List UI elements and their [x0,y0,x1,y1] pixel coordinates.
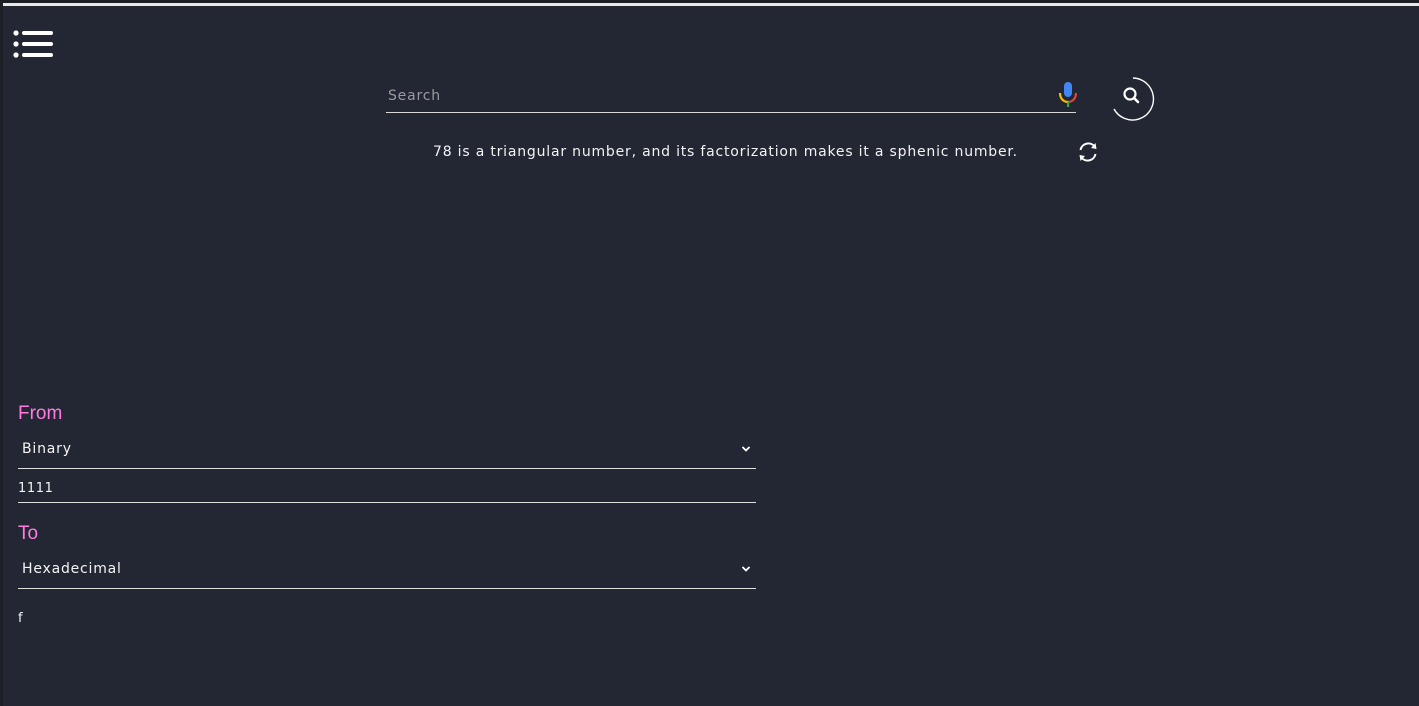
chevron-down-icon [741,446,751,452]
search-input[interactable] [386,82,1040,110]
voice-search-button[interactable] [1057,81,1079,109]
microphone-icon [1058,82,1078,107]
search-bar [386,80,1079,113]
search-icon [1113,77,1155,121]
to-result: f [18,611,756,645]
to-base-selected: Hexadecimal [22,561,122,577]
menu-list-icon [13,30,53,58]
refresh-fact-button[interactable] [1076,140,1100,164]
from-base-select[interactable]: Binary [18,432,756,469]
number-fact: 78 is a triangular number, and its facto… [3,140,1419,168]
chevron-down-icon [741,566,751,572]
conversion-result: f [18,611,24,626]
refresh-icon [1079,142,1097,162]
menu-button[interactable] [13,28,55,62]
page-frame: 78 is a triangular number, and its facto… [3,3,1419,706]
from-label: From [18,403,63,424]
to-base-select[interactable]: Hexadecimal [18,552,756,589]
to-label: To [18,523,39,544]
from-base-selected: Binary [22,441,72,457]
from-value-input[interactable] [18,474,756,503]
search-button[interactable] [1109,75,1157,123]
from-value-field [18,472,756,506]
fact-text: 78 is a triangular number, and its facto… [433,144,1018,160]
